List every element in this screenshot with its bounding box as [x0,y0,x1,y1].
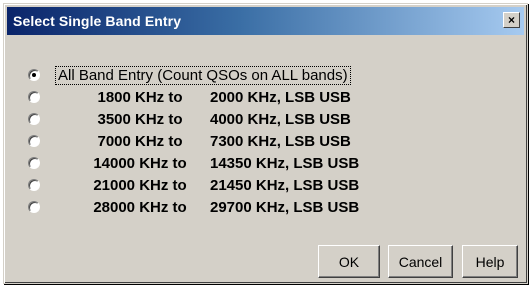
close-icon: × [507,13,515,27]
radio-7000[interactable] [28,135,40,147]
radio-all-bands[interactable] [28,69,40,81]
radio-21000[interactable] [28,179,40,191]
option-label-all-bands[interactable]: All Band Entry (Count QSOs on ALL bands) [55,65,351,85]
band-option-14000[interactable]: 14000 KHz to 14350 KHz, LSB USB [28,152,508,174]
band-option-21000[interactable]: 21000 KHz to 21450 KHz, LSB USB [28,174,508,196]
help-button[interactable]: Help [462,245,518,278]
band-option-7000[interactable]: 7000 KHz to 7300 KHz, LSB USB [28,130,508,152]
option-to-28000[interactable]: 29700 KHz, LSB USB [210,199,359,216]
dialog-title: Select Single Band Entry [13,13,182,29]
band-option-3500[interactable]: 3500 KHz to 4000 KHz, LSB USB [28,108,508,130]
title-bar[interactable]: Select Single Band Entry × [7,7,524,35]
option-to-21000[interactable]: 21450 KHz, LSB USB [210,177,359,194]
radio-14000[interactable] [28,157,40,169]
option-to-7000[interactable]: 7300 KHz, LSB USB [210,133,351,150]
option-to-3500[interactable]: 4000 KHz, LSB USB [210,111,351,128]
option-from-14000[interactable]: 14000 KHz to [66,155,214,172]
radio-3500[interactable] [28,113,40,125]
option-to-14000[interactable]: 14350 KHz, LSB USB [210,155,359,172]
ok-button[interactable]: OK [318,245,380,278]
option-from-28000[interactable]: 28000 KHz to [66,199,214,216]
band-option-28000[interactable]: 28000 KHz to 29700 KHz, LSB USB [28,196,508,218]
band-option-all[interactable]: All Band Entry (Count QSOs on ALL bands) [28,64,508,86]
option-from-7000[interactable]: 7000 KHz to [66,133,214,150]
cancel-button[interactable]: Cancel [388,245,453,278]
band-options-group: All Band Entry (Count QSOs on ALL bands)… [28,64,508,218]
band-option-1800[interactable]: 1800 KHz to 2000 KHz, LSB USB [28,86,508,108]
option-from-21000[interactable]: 21000 KHz to [66,177,214,194]
option-from-3500[interactable]: 3500 KHz to [66,111,214,128]
close-button[interactable]: × [503,12,520,28]
option-from-1800[interactable]: 1800 KHz to [66,89,214,106]
option-to-1800[interactable]: 2000 KHz, LSB USB [210,89,351,106]
radio-28000[interactable] [28,201,40,213]
radio-1800[interactable] [28,91,40,103]
